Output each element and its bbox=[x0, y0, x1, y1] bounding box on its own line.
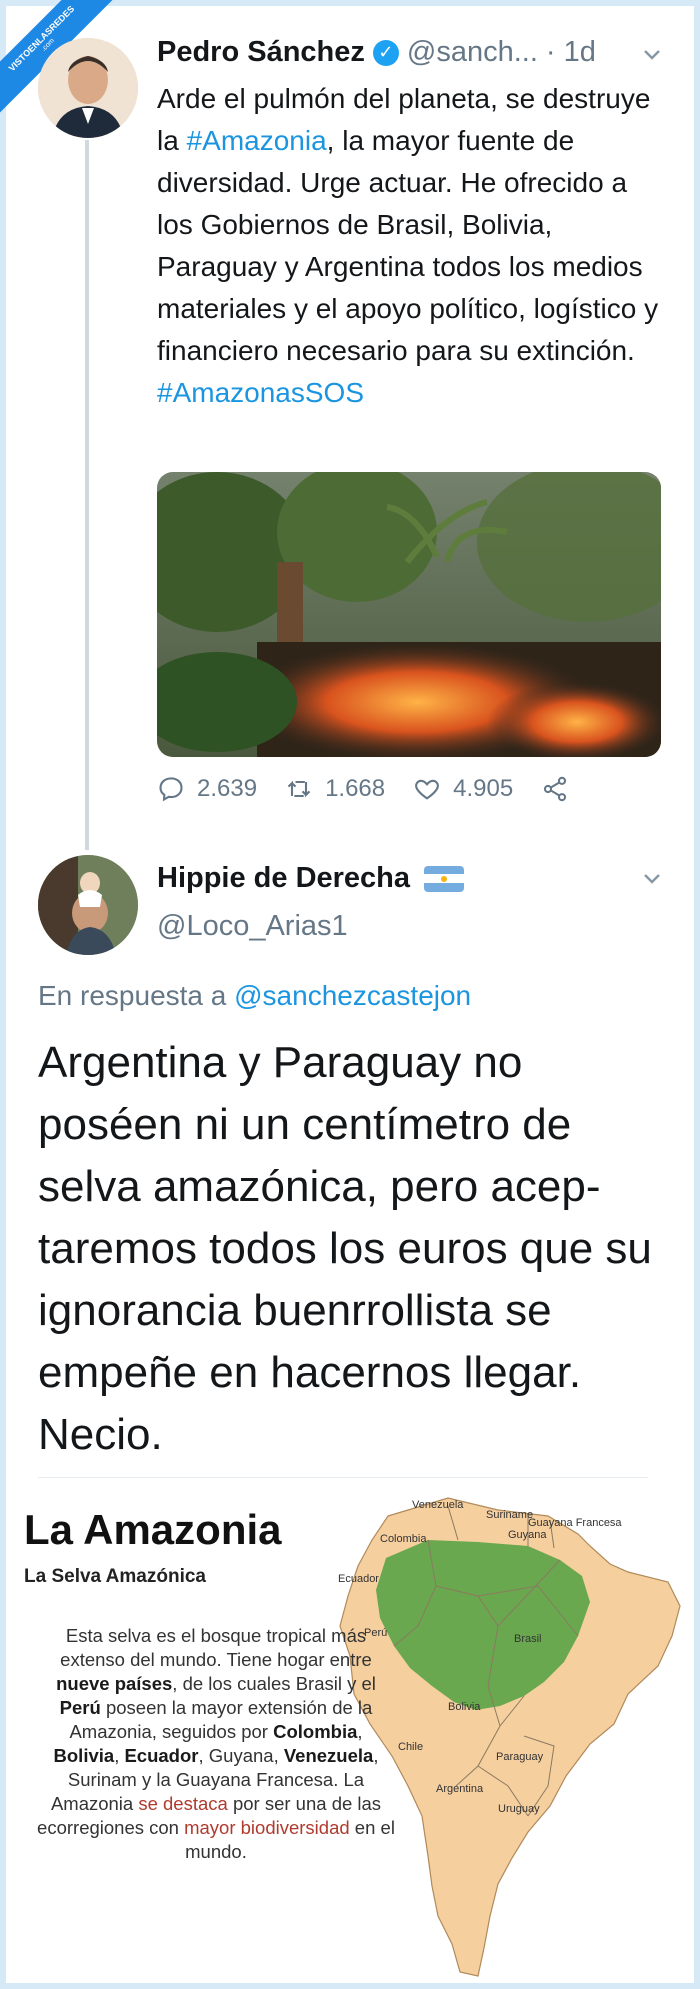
avatar[interactable] bbox=[38, 855, 138, 955]
map-label-guyana: Guyana bbox=[508, 1529, 547, 1541]
share-button[interactable] bbox=[541, 775, 569, 803]
text-part: Esta selva es el bosque tropical más ext… bbox=[60, 1625, 372, 1670]
map-label-chile: Chile bbox=[398, 1741, 423, 1753]
map-label-bolivia: Bolivia bbox=[448, 1701, 481, 1713]
reply-context-label: En respuesta a bbox=[38, 980, 235, 1011]
text-part: , bbox=[357, 1721, 363, 1742]
map-label-colombia: Colombia bbox=[380, 1533, 427, 1545]
tweet-image[interactable] bbox=[157, 472, 661, 757]
chevron-down-icon[interactable] bbox=[640, 42, 664, 73]
map-label-suriname: Suriname bbox=[486, 1509, 533, 1521]
tweet-text: Argentina y Paraguay no poséen ni un cen… bbox=[38, 1038, 652, 1459]
text-bold: Ecuador bbox=[124, 1745, 199, 1766]
map-label-argentina: Argentina bbox=[436, 1783, 484, 1795]
retweet-button[interactable]: 1.668 bbox=[285, 775, 385, 803]
verified-badge-icon: ✓ bbox=[372, 39, 399, 66]
infographic-title: La Amazonia bbox=[24, 1506, 282, 1553]
reply-to-link[interactable]: @sanchezcastejon bbox=[234, 980, 471, 1011]
tweet-header: Pedro Sánchez ✓ @sanch... · 1d bbox=[157, 36, 596, 69]
hashtag-link[interactable]: #AmazonasSOS bbox=[157, 377, 364, 408]
reply-context: En respuesta a @sanchezcastejon bbox=[38, 980, 471, 1012]
author-name[interactable]: Pedro Sánchez bbox=[157, 36, 365, 69]
heart-icon bbox=[415, 779, 440, 800]
chevron-down-icon[interactable] bbox=[640, 866, 664, 897]
tweet-header: Hippie de Derecha bbox=[157, 862, 465, 895]
text-part: , bbox=[114, 1745, 125, 1766]
tweet-time[interactable]: 1d bbox=[564, 36, 596, 69]
retweet-count: 1.668 bbox=[325, 775, 386, 802]
retweet-icon bbox=[287, 780, 311, 798]
like-button[interactable]: 4.905 bbox=[413, 775, 513, 803]
text-part: , Guyana, bbox=[198, 1745, 284, 1766]
tweet-text: Arde el pulmón del planeta, se destruye … bbox=[157, 78, 667, 414]
divider bbox=[38, 1477, 648, 1478]
text-bold: Venezuela bbox=[283, 1745, 374, 1766]
text-bold: Colombia bbox=[273, 1721, 358, 1742]
text-highlight: se destaca bbox=[138, 1793, 228, 1814]
thread-line bbox=[85, 140, 89, 850]
text-part: , de los cuales Brasil y el bbox=[172, 1673, 376, 1694]
text-bold: nueve países bbox=[56, 1673, 173, 1694]
like-count: 4.905 bbox=[453, 775, 514, 802]
separator: · bbox=[545, 36, 556, 68]
text-highlight: mayor biodiversidad bbox=[184, 1817, 350, 1838]
avatar[interactable] bbox=[38, 38, 138, 138]
infographic-text: Esta selva es el bosque tropical más ext… bbox=[36, 1624, 396, 1864]
infographic-subtitle: La Selva Amazónica bbox=[24, 1566, 206, 1587]
reply-button[interactable]: 2.639 bbox=[157, 775, 257, 803]
text-bold: Perú bbox=[59, 1697, 101, 1718]
author-name[interactable]: Hippie de Derecha bbox=[157, 862, 410, 895]
author-handle[interactable]: @Loco_Arias1 bbox=[157, 910, 348, 943]
map-label-guayana-francesa: Guayana Francesa bbox=[528, 1517, 622, 1529]
reply-count: 2.639 bbox=[197, 775, 258, 802]
argentina-flag-icon bbox=[424, 865, 465, 892]
map-label-paraguay: Paraguay bbox=[496, 1751, 544, 1763]
map-label-uruguay: Uruguay bbox=[498, 1803, 540, 1815]
map-label-ecuador: Ecuador bbox=[338, 1573, 379, 1585]
map-label-venezuela: Venezuela bbox=[412, 1499, 464, 1511]
text-bold: Bolivia bbox=[53, 1745, 115, 1766]
reply-icon bbox=[159, 777, 183, 802]
share-icon bbox=[544, 776, 567, 802]
amazonia-infographic: La Amazonia La Selva Amazónica Venezuela… bbox=[10, 1486, 690, 1981]
tweet-text-part: , la mayor fuente de diversidad. Urge ac… bbox=[157, 125, 659, 366]
map-label-brasil: Brasil bbox=[514, 1633, 542, 1645]
hashtag-link[interactable]: #Amazonia bbox=[187, 125, 327, 156]
author-handle[interactable]: @sanch... bbox=[407, 36, 538, 69]
tweet-actions: 2.639 1.668 4.905 bbox=[157, 775, 597, 803]
